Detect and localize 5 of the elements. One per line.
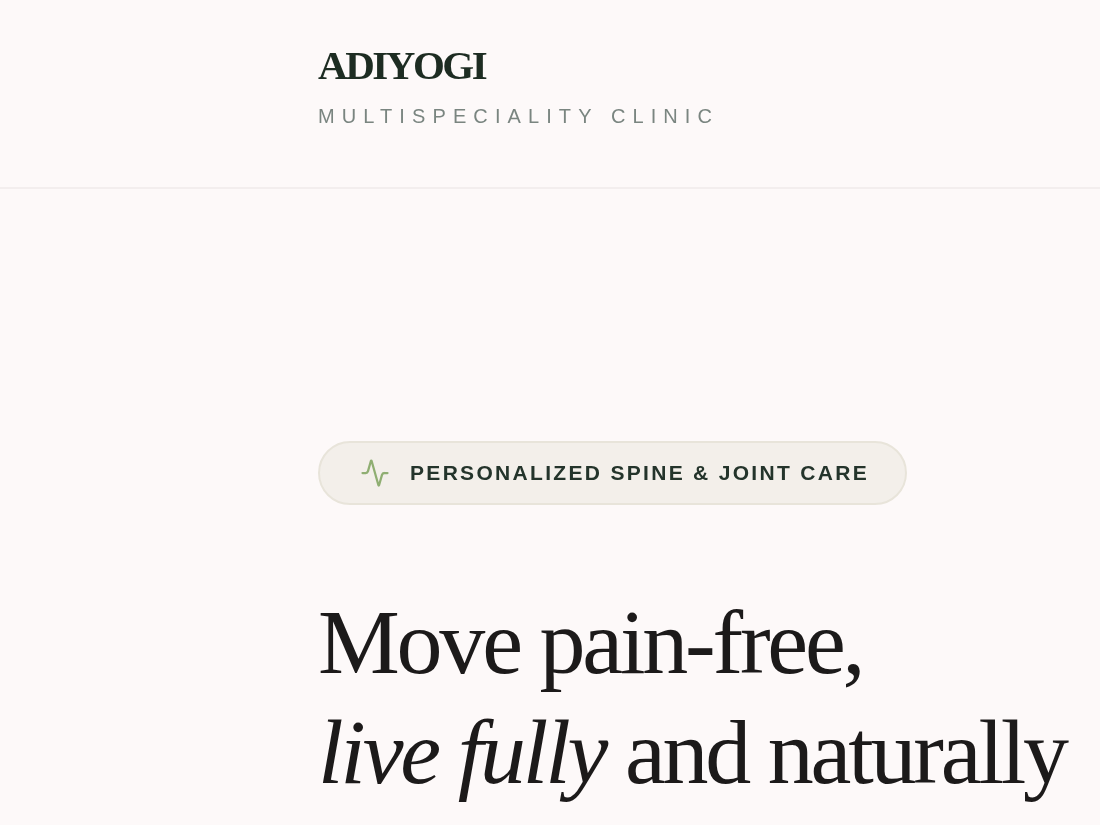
logo-tagline: MULTISPECIALITY CLINIC [318, 104, 720, 129]
logo-wordmark[interactable]: ADIYOGI [318, 40, 486, 90]
pulse-icon [360, 458, 390, 488]
badge-label: PERSONALIZED SPINE & JOINT CARE [410, 460, 869, 486]
hero-headline: Move pain-free, live fully and naturally [318, 590, 1066, 805]
